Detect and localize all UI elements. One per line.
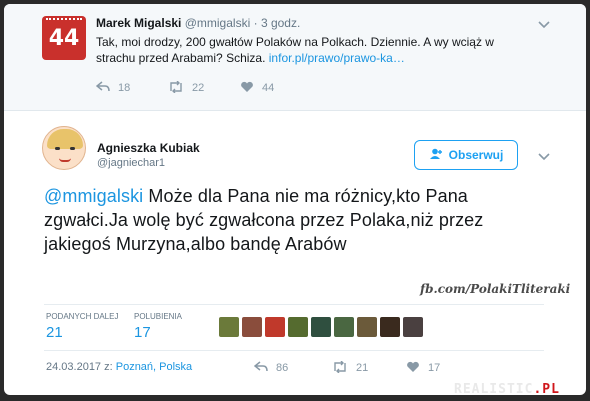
heart-icon <box>406 360 420 376</box>
chevron-down-icon[interactable] <box>538 150 550 164</box>
reply-action[interactable]: 86 <box>253 360 332 376</box>
main-avatar[interactable] <box>42 126 86 170</box>
parent-actions: 18 22 44 <box>95 80 274 96</box>
likes-stat-label: POLUBIENIA <box>134 312 183 321</box>
tweet-card: 44 Marek Migalski @mmigalski · 3 godz. T… <box>4 4 586 395</box>
parent-header: Marek Migalski @mmigalski · 3 godz. <box>96 16 300 30</box>
liker-avatar[interactable] <box>403 317 423 337</box>
logo-prefix: REALISTIC <box>454 382 534 397</box>
reply-icon <box>253 360 268 376</box>
reply-count: 18 <box>118 82 131 94</box>
liker-avatar[interactable] <box>380 317 400 337</box>
follow-button[interactable]: Obserwuj <box>414 140 518 170</box>
retweets-stat-value[interactable]: 21 <box>46 324 63 341</box>
like-count: 17 <box>428 362 441 374</box>
like-action[interactable]: 44 <box>240 80 274 96</box>
likers-avatars <box>219 317 423 337</box>
reply-count: 86 <box>276 362 289 374</box>
reply-icon <box>95 80 110 96</box>
retweets-stat-label: PODANYCH DALEJ <box>46 312 119 321</box>
parent-avatar[interactable]: 44 <box>42 16 86 60</box>
heart-icon <box>240 80 254 96</box>
liker-avatar[interactable] <box>288 317 308 337</box>
retweet-icon <box>168 80 184 96</box>
parent-tweet[interactable]: 44 Marek Migalski @mmigalski · 3 godz. T… <box>4 4 586 111</box>
retweet-action[interactable]: 21 <box>332 360 406 376</box>
like-count: 44 <box>262 82 275 94</box>
liker-avatar[interactable] <box>311 317 331 337</box>
tweet-date: 24.03.2017 z: <box>46 361 113 373</box>
avatar-number: 44 <box>48 25 80 51</box>
parent-author-name[interactable]: Marek Migalski <box>96 16 181 30</box>
follow-label: Obserwuj <box>448 148 504 162</box>
liker-avatar[interactable] <box>219 317 239 337</box>
liker-avatar[interactable] <box>265 317 285 337</box>
likes-stat-value[interactable]: 17 <box>134 324 151 341</box>
parent-author-handle[interactable]: @mmigalski <box>185 16 251 30</box>
author-name[interactable]: Agnieszka Kubiak <box>97 141 200 155</box>
tweet-text: @mmigalski Może dla Pana nie ma różnicy,… <box>44 184 544 256</box>
retweet-count: 21 <box>356 362 369 374</box>
chevron-down-icon[interactable] <box>538 18 550 32</box>
site-logo: REALISTIC.PL <box>454 382 560 397</box>
reply-action[interactable]: 18 <box>95 80 168 96</box>
divider <box>44 350 544 351</box>
retweet-count: 22 <box>192 82 205 94</box>
retweet-icon <box>332 360 348 376</box>
liker-avatar[interactable] <box>334 317 354 337</box>
retweet-action[interactable]: 22 <box>168 80 240 96</box>
mention-link[interactable]: @mmigalski <box>44 186 143 206</box>
tweet-actions: 86 21 17 <box>253 360 440 376</box>
liker-avatar[interactable] <box>242 317 262 337</box>
like-action[interactable]: 17 <box>406 360 440 376</box>
divider <box>44 304 544 305</box>
parent-tweet-link[interactable]: infor.pl/prawo/prawo-ka… <box>269 51 405 65</box>
follow-user-icon <box>429 148 443 163</box>
time-separator: · <box>253 16 258 30</box>
tweet-meta: 24.03.2017 z: Poznań, Polska <box>46 361 192 373</box>
logo-suffix: .PL <box>533 382 560 397</box>
parent-tweet-text: Tak, moi drodzy, 200 gwałtów Polaków na … <box>96 34 526 66</box>
author-handle[interactable]: @jagniechar1 <box>97 157 165 169</box>
watermark: fb.com/PolakiTliteraki <box>420 282 571 296</box>
tweet-location[interactable]: Poznań, Polska <box>116 361 192 373</box>
liker-avatar[interactable] <box>357 317 377 337</box>
parent-timestamp[interactable]: 3 godz. <box>261 16 300 30</box>
